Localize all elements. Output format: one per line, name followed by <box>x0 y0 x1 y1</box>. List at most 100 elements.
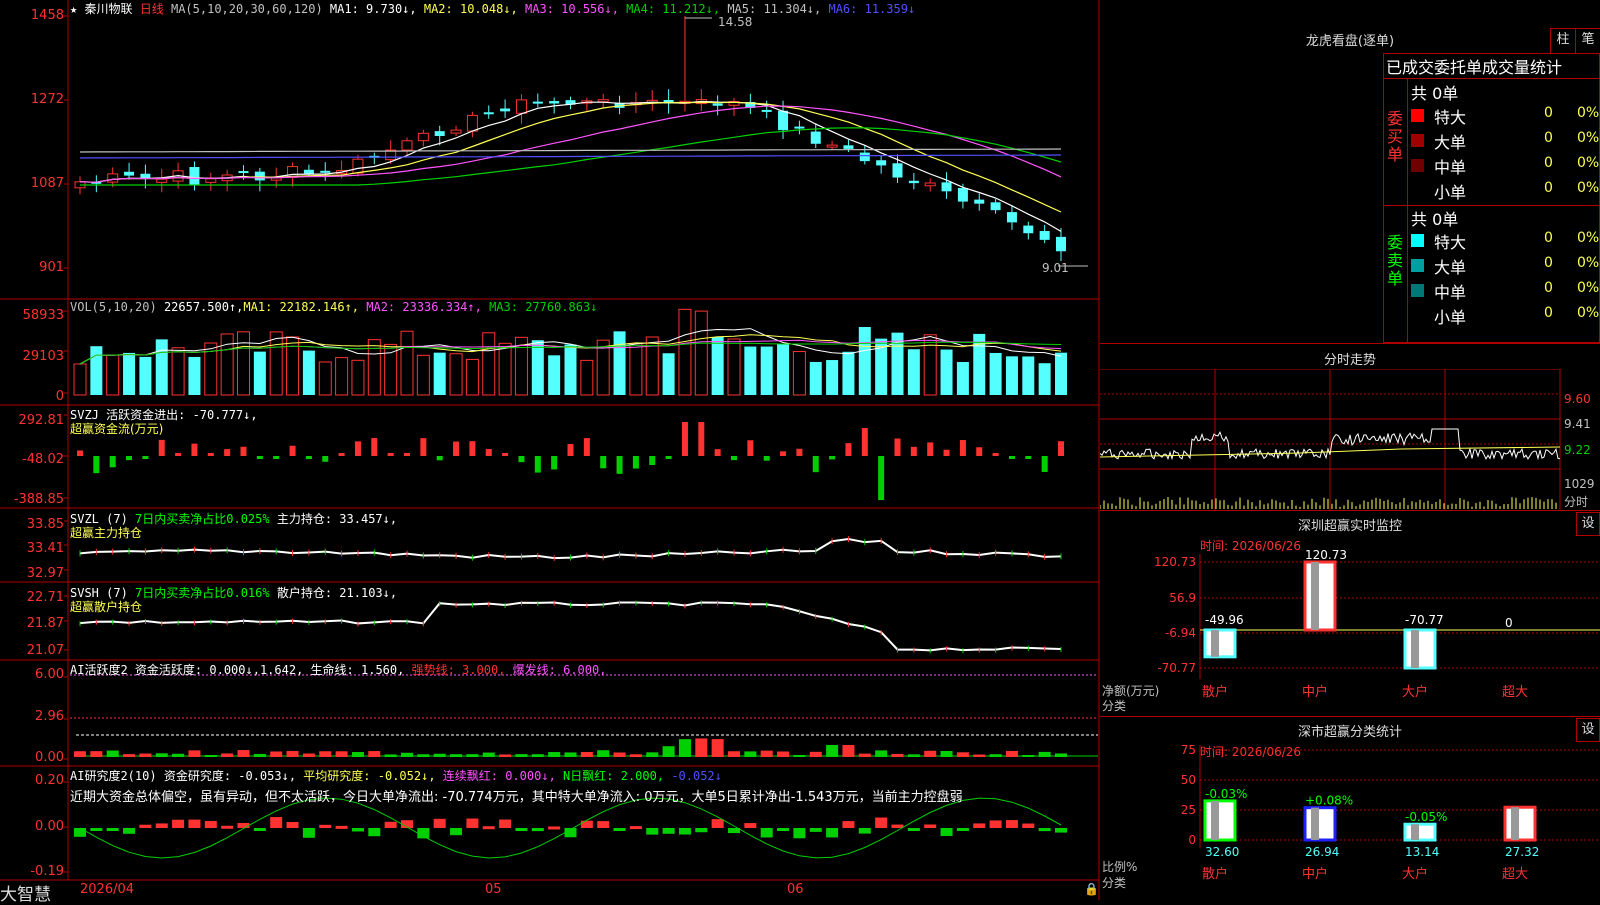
minute-chart[interactable] <box>1100 369 1600 510</box>
order-pct: 0% <box>1577 130 1600 146</box>
candle-body <box>483 112 494 115</box>
research-bar <box>793 828 806 839</box>
ma5-value: MA5: 11.304↓, <box>727 2 822 16</box>
activity-bar <box>531 754 544 757</box>
order-row: 小单 0 0% <box>1411 179 1600 202</box>
svsh-axis-bot: 21.07 <box>26 643 64 658</box>
activity-bar <box>907 754 920 757</box>
ai1-v3: 生命线: 1.560, <box>310 663 405 677</box>
volume-bar <box>351 359 365 396</box>
volume-bar <box>1005 356 1018 395</box>
svzj-axis-mid: -48.02 <box>22 452 64 467</box>
price-axis-901: 901 <box>39 260 64 275</box>
kline-chart-area[interactable] <box>0 0 1100 900</box>
lock-icon[interactable]: 🔒 <box>1084 882 1099 896</box>
research-bar <box>253 828 266 831</box>
candle-body <box>810 131 821 144</box>
candle-body <box>303 169 314 174</box>
date-axis-05: 05 <box>485 882 502 897</box>
order-count: 0 <box>1544 230 1553 246</box>
monitor-chart: 120.73 56.9 -6.94 -70.77 -49.96 散户 120.73 中户 -70… <box>1154 548 1600 700</box>
tick-view-button[interactable]: 笔 <box>1575 28 1600 54</box>
research-bar <box>646 828 659 835</box>
volume-bar <box>727 338 741 396</box>
stock-name[interactable]: 秦川物联 <box>84 2 132 16</box>
order-type: 大单 <box>1434 133 1467 152</box>
volume-bar <box>335 357 349 396</box>
bar-view-button[interactable]: 柱 <box>1550 28 1576 54</box>
ma120-line <box>79 154 1062 159</box>
volume-bar <box>923 334 937 396</box>
candle-body <box>352 158 364 174</box>
classify-settings-button[interactable]: 设 <box>1576 718 1600 742</box>
order-type: 特大 <box>1434 233 1467 252</box>
monitor-settings-button[interactable]: 设 <box>1576 512 1600 536</box>
candle-body <box>826 144 838 148</box>
ma4-value: MA4: 11.212↓, <box>626 2 721 16</box>
period-label[interactable]: 日线 <box>140 2 164 16</box>
candle-body <box>500 108 511 112</box>
activity-bar <box>695 738 708 757</box>
svzl-axis-bot: 32.97 <box>26 566 64 581</box>
activity-bar <box>760 750 773 757</box>
activity-bar <box>237 750 250 757</box>
minute-axis-mid: 9.41 <box>1564 417 1591 431</box>
classify-category: 超大 <box>1502 867 1528 882</box>
activity-bar <box>499 754 512 757</box>
monitor-cat-label: 分类 <box>1102 699 1127 713</box>
volume-bar <box>744 346 757 395</box>
volume-bar <box>155 339 168 395</box>
volume-bar <box>139 356 152 395</box>
candle-body <box>843 145 854 149</box>
candle-body <box>1039 231 1050 240</box>
activity-bar <box>270 751 283 757</box>
classify-category: 大户 <box>1402 866 1428 882</box>
monitor-axis-label: -70.77 <box>1157 661 1196 675</box>
buy-label-char: 买 <box>1387 127 1404 146</box>
volume-bar <box>842 351 855 395</box>
svzj-axis-bot: -388.85 <box>13 492 64 507</box>
divider <box>1407 78 1408 343</box>
research-bar <box>1055 828 1067 833</box>
volume-bar <box>171 347 185 396</box>
volume-bar <box>694 310 708 396</box>
research-bar <box>613 828 626 831</box>
research-bar <box>777 828 790 832</box>
activity-bar <box>777 751 790 757</box>
classify-bar-shade <box>1311 807 1319 840</box>
classify-axis-label: 25 <box>1181 803 1196 817</box>
candle-body <box>189 167 200 185</box>
activity-bar <box>482 752 495 757</box>
research-bar <box>188 819 201 828</box>
activity-bar <box>515 754 528 757</box>
vol-value: 22657.500↑, <box>163 300 244 314</box>
activity-bar <box>417 754 430 757</box>
fundflow-bar <box>763 456 770 461</box>
candle-body <box>892 163 903 178</box>
activity-bar <box>728 751 740 757</box>
volume-bar <box>90 346 103 395</box>
candle-body <box>957 188 968 202</box>
volume-bar <box>73 363 87 396</box>
monitor-value-label: -70.77 <box>1405 613 1444 627</box>
price-axis-1272: 1272 <box>30 92 64 107</box>
volume-bar <box>531 340 544 395</box>
activity-bar <box>629 754 642 757</box>
candle-body <box>205 178 217 183</box>
favorite-star-icon[interactable]: ★ <box>70 2 77 16</box>
activity-bar <box>155 753 168 757</box>
minute-vol-label: 分时 <box>1564 495 1589 509</box>
classify-chart: 75 50 25 0 -0.03% 32.60 散户 +0.08% 26.94 中户 -0.05% 1… <box>1181 743 1600 882</box>
order-row: 大单 0 0% <box>1411 129 1600 152</box>
candle-body <box>124 171 135 176</box>
volume-bar <box>940 349 953 395</box>
ai2-v1: 资金研究度: -0.053↓, <box>163 769 297 783</box>
research-bar <box>548 826 561 830</box>
activity-bar <box>989 754 1002 757</box>
fundflow-bar <box>207 453 214 456</box>
monitor-bar-shade <box>1311 562 1319 630</box>
fundflow-bar <box>1025 456 1032 459</box>
research-bar <box>1005 820 1018 828</box>
research-bar <box>662 828 675 834</box>
classify-value-label: 13.14 <box>1405 845 1439 859</box>
